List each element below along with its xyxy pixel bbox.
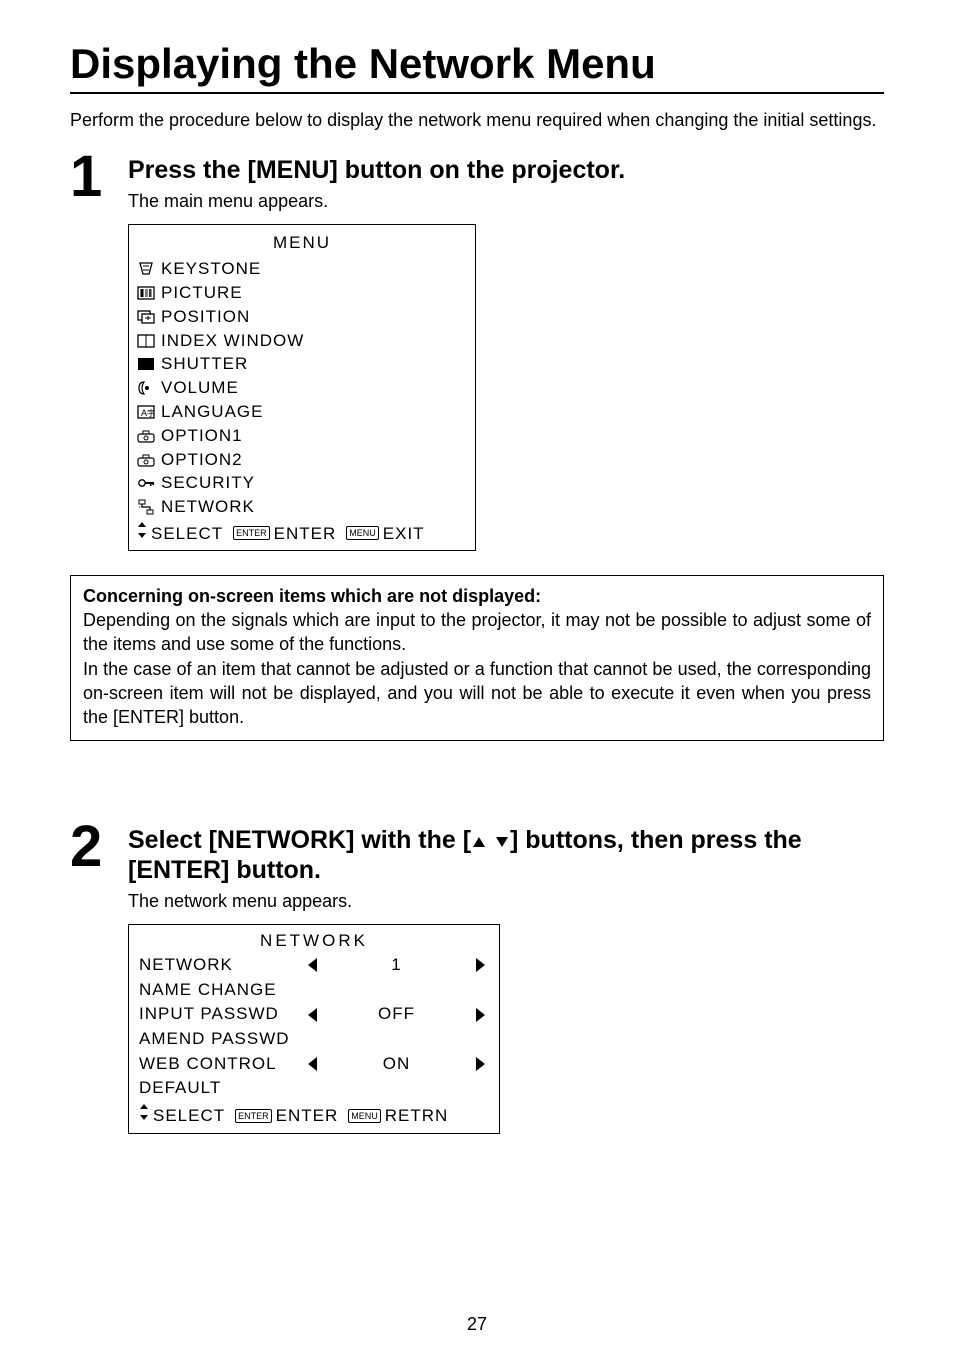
osd-item-picture: PICTURE [137, 281, 467, 305]
shutter-icon [137, 356, 155, 372]
note-line-1: Depending on the signals which are input… [83, 610, 871, 654]
osd-row-label: INPUT PASSWD [139, 1002, 304, 1027]
osd-item-label: SHUTTER [161, 352, 248, 376]
osd-row-input-passwd: INPUT PASSWD OFF [139, 1002, 489, 1027]
right-arrow-icon [476, 1008, 485, 1022]
osd-row-value: OFF [378, 1002, 415, 1027]
option2-icon [137, 452, 155, 468]
left-arrow-icon [308, 1008, 317, 1022]
footer-retrn: RETRN [385, 1104, 449, 1129]
osd-row-default: DEFAULT [139, 1076, 489, 1101]
osd-main-menu: MENU KEYSTONE PICTURE [128, 224, 476, 550]
osd-row-label: WEB CONTROL [139, 1052, 304, 1077]
step-1-heading: Press the [MENU] button on the projector… [128, 156, 884, 185]
osd-row-label: AMEND PASSWD [139, 1027, 304, 1052]
enter-key-icon: ENTER [233, 526, 270, 540]
position-icon [137, 309, 155, 325]
picture-icon [137, 285, 155, 301]
updown-arrows-icon [137, 521, 147, 546]
note-box: Concerning on-screen items which are not… [70, 575, 884, 741]
osd-item-volume: VOLUME [137, 376, 467, 400]
step-1-number: 1 [70, 151, 128, 203]
left-arrow-icon [308, 958, 317, 972]
osd-row-value: ON [383, 1052, 411, 1077]
option1-icon [137, 428, 155, 444]
osd-row-web-control: WEB CONTROL ON [139, 1052, 489, 1077]
step-2-number: 2 [70, 821, 128, 873]
osd-row-name-change: NAME CHANGE [139, 978, 489, 1003]
right-arrow-icon [476, 1057, 485, 1071]
footer-exit: EXIT [383, 522, 425, 546]
osd-item-label: KEYSTONE [161, 257, 261, 281]
step-2: 2 Select [NETWORK] with the [ ] buttons,… [70, 821, 884, 1134]
security-icon [137, 475, 155, 491]
step-2-subtext: The network menu appears. [128, 891, 884, 912]
osd-item-network: NETWORK [137, 495, 467, 519]
enter-key-icon: ENTER [235, 1109, 272, 1123]
updown-arrows-icon [139, 1103, 149, 1129]
osd-item-label: OPTION2 [161, 448, 243, 472]
intro-text: Perform the procedure below to display t… [70, 108, 884, 133]
footer-select: SELECT [153, 1104, 225, 1129]
osd-item-label: INDEX WINDOW [161, 329, 304, 353]
osd-item-option1: OPTION1 [137, 424, 467, 448]
osd-item-label: PICTURE [161, 281, 243, 305]
menu-key-icon: MENU [348, 1109, 381, 1123]
osd-item-label: SECURITY [161, 471, 255, 495]
osd-row-network: NETWORK 1 [139, 953, 489, 978]
menu-key-icon: MENU [346, 526, 379, 540]
footer-select: SELECT [151, 522, 223, 546]
page-title: Displaying the Network Menu [70, 40, 884, 88]
osd-item-label: OPTION1 [161, 424, 243, 448]
note-title: Concerning on-screen items which are not… [83, 586, 541, 606]
osd-item-index-window: INDEX WINDOW [137, 329, 467, 353]
osd-item-security: SECURITY [137, 471, 467, 495]
left-arrow-icon [308, 1057, 317, 1071]
osd-network-menu: NETWORK NETWORK 1 NAME CHANGE INPUT PASS… [128, 924, 500, 1134]
osd-item-shutter: SHUTTER [137, 352, 467, 376]
osd-row-label: DEFAULT [139, 1076, 304, 1101]
osd-item-position: POSITION [137, 305, 467, 329]
language-icon: A字 [137, 404, 155, 420]
osd-network-footer: SELECT ENTER ENTER MENU RETRN [139, 1103, 489, 1129]
keystone-icon [137, 261, 155, 277]
down-triangle-icon [494, 827, 510, 856]
osd-item-keystone: KEYSTONE [137, 257, 467, 281]
note-line-2: In the case of an item that cannot be ad… [83, 659, 871, 728]
up-triangle-icon [471, 827, 487, 856]
step-1: 1 Press the [MENU] button on the project… [70, 151, 884, 550]
step-2-heading-pre: Select [NETWORK] with the [ [128, 826, 471, 854]
osd-item-label: NETWORK [161, 495, 255, 519]
step-1-subtext: The main menu appears. [128, 191, 884, 212]
osd-row-amend-passwd: AMEND PASSWD [139, 1027, 489, 1052]
index-window-icon [137, 333, 155, 349]
footer-enter: ENTER [274, 522, 337, 546]
step-2-heading: Select [NETWORK] with the [ ] buttons, t… [128, 826, 884, 885]
osd-item-label: POSITION [161, 305, 250, 329]
osd-row-label: NETWORK [139, 953, 304, 978]
osd-main-footer: SELECT ENTER ENTER MENU EXIT [137, 521, 467, 546]
osd-item-language: A字 LANGUAGE [137, 400, 467, 424]
footer-enter: ENTER [276, 1104, 339, 1129]
osd-row-value: 1 [391, 953, 401, 978]
right-arrow-icon [476, 958, 485, 972]
page-number: 27 [0, 1314, 954, 1335]
osd-item-label: VOLUME [161, 376, 239, 400]
osd-row-label: NAME CHANGE [139, 978, 304, 1003]
osd-network-title: NETWORK [139, 929, 489, 954]
osd-item-option2: OPTION2 [137, 448, 467, 472]
osd-item-label: LANGUAGE [161, 400, 263, 424]
volume-icon [137, 380, 155, 396]
network-icon [137, 499, 155, 515]
osd-main-title: MENU [137, 231, 467, 255]
title-divider [70, 92, 884, 94]
svg-text:字: 字 [147, 408, 155, 418]
